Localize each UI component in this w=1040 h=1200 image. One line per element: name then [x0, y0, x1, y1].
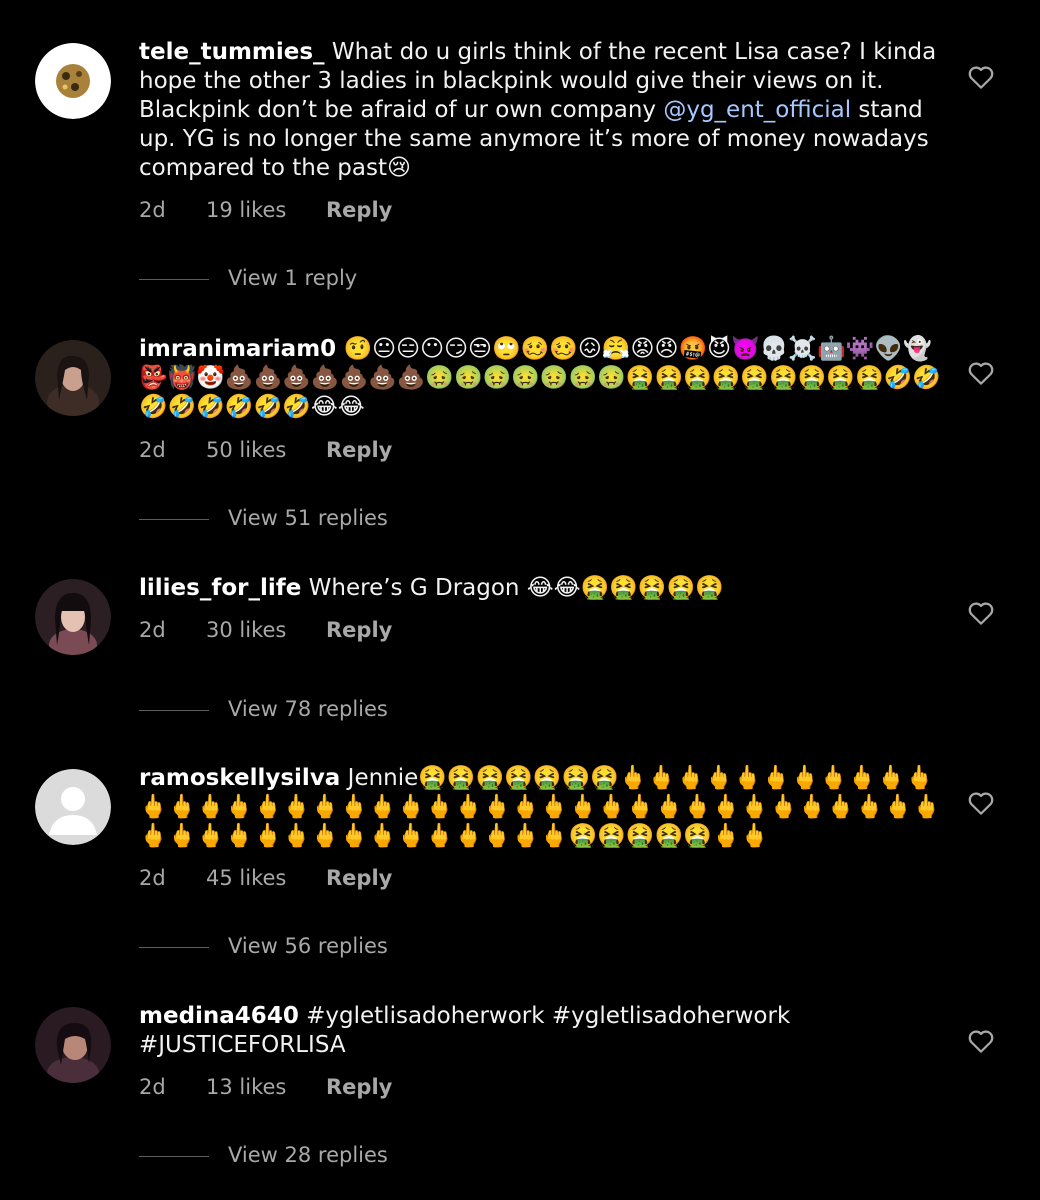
likes-count[interactable]: 13 likes	[206, 1072, 326, 1102]
heart-icon[interactable]	[966, 1026, 996, 1056]
avatar[interactable]	[35, 43, 111, 119]
timestamp: 2d	[139, 438, 166, 462]
comment-body: medina4640 #ygletlisadoherwork #ygletlis…	[139, 1002, 949, 1060]
reply-button[interactable]: Reply	[326, 863, 392, 893]
avatar-image	[35, 43, 111, 119]
avatar[interactable]	[35, 579, 111, 655]
username[interactable]: medina4640	[139, 1003, 299, 1029]
likes-count[interactable]: 30 likes	[206, 615, 326, 645]
avatar[interactable]	[35, 1007, 111, 1083]
divider-line	[139, 518, 209, 520]
avatar-image	[35, 340, 111, 416]
avatar-image	[35, 769, 111, 845]
reply-button[interactable]: Reply	[326, 1072, 392, 1102]
view-replies-button[interactable]: View 1 reply	[139, 263, 357, 293]
avatar[interactable]	[35, 769, 111, 845]
avatar[interactable]	[35, 340, 111, 416]
username[interactable]: lilies_for_life	[139, 575, 301, 601]
mention-link[interactable]: @yg_ent_official	[663, 97, 851, 123]
reply-button[interactable]: Reply	[326, 195, 392, 225]
comment-meta: 2d 30 likes Reply	[139, 615, 392, 645]
likes-count[interactable]: 45 likes	[206, 863, 326, 893]
timestamp: 2d	[139, 866, 166, 890]
likes-count[interactable]: 19 likes	[206, 195, 326, 225]
divider-line	[139, 709, 209, 711]
comment-body: imranimariam0 🤨😐😑😶😏😒🙄🥴🥴😖😤😡😠🤬😈👿💀☠️🤖👾👽👻👺👹🤡…	[139, 335, 949, 422]
view-replies-button[interactable]: View 56 replies	[139, 931, 388, 961]
comment-meta: 2d 50 likes Reply	[139, 435, 392, 465]
username[interactable]: imranimariam0	[139, 336, 336, 362]
timestamp: 2d	[139, 1075, 166, 1099]
comment-meta: 2d 45 likes Reply	[139, 863, 392, 893]
view-replies-button[interactable]: View 28 replies	[139, 1140, 388, 1170]
comment-body: lilies_for_life Where’s G Dragon 😂😂🤮🤮🤮🤮🤮	[139, 574, 949, 603]
view-replies-button[interactable]: View 51 replies	[139, 503, 388, 533]
username[interactable]: tele_tummies_	[139, 39, 325, 65]
username[interactable]: ramoskellysilva	[139, 765, 340, 791]
divider-line	[139, 278, 209, 280]
likes-count[interactable]: 50 likes	[206, 435, 326, 465]
view-replies-button[interactable]: View 78 replies	[139, 694, 388, 724]
divider-line	[139, 946, 209, 948]
timestamp: 2d	[139, 618, 166, 642]
comment-text: Where’s G Dragon 😂😂🤮🤮🤮🤮🤮	[308, 575, 724, 601]
avatar-image	[35, 579, 111, 655]
view-replies-label: View 28 replies	[228, 1143, 388, 1167]
heart-icon[interactable]	[966, 62, 996, 92]
comment-body: ramoskellysilva Jennie🤮🤮🤮🤮🤮🤮🤮🖕🖕🖕🖕🖕🖕🖕🖕🖕🖕🖕…	[139, 764, 949, 851]
heart-icon[interactable]	[966, 788, 996, 818]
timestamp: 2d	[139, 198, 166, 222]
comment-meta: 2d 19 likes Reply	[139, 195, 392, 225]
reply-button[interactable]: Reply	[326, 435, 392, 465]
heart-icon[interactable]	[966, 598, 996, 628]
comment-meta: 2d 13 likes Reply	[139, 1072, 392, 1102]
reply-button[interactable]: Reply	[326, 615, 392, 645]
view-replies-label: View 1 reply	[228, 266, 358, 290]
heart-icon[interactable]	[966, 358, 996, 388]
view-replies-label: View 51 replies	[228, 506, 388, 530]
avatar-image	[35, 1007, 111, 1083]
divider-line	[139, 1155, 209, 1157]
view-replies-label: View 78 replies	[228, 697, 388, 721]
view-replies-label: View 56 replies	[228, 934, 388, 958]
comment-body: tele_tummies_ What do u girls think of t…	[139, 38, 949, 183]
